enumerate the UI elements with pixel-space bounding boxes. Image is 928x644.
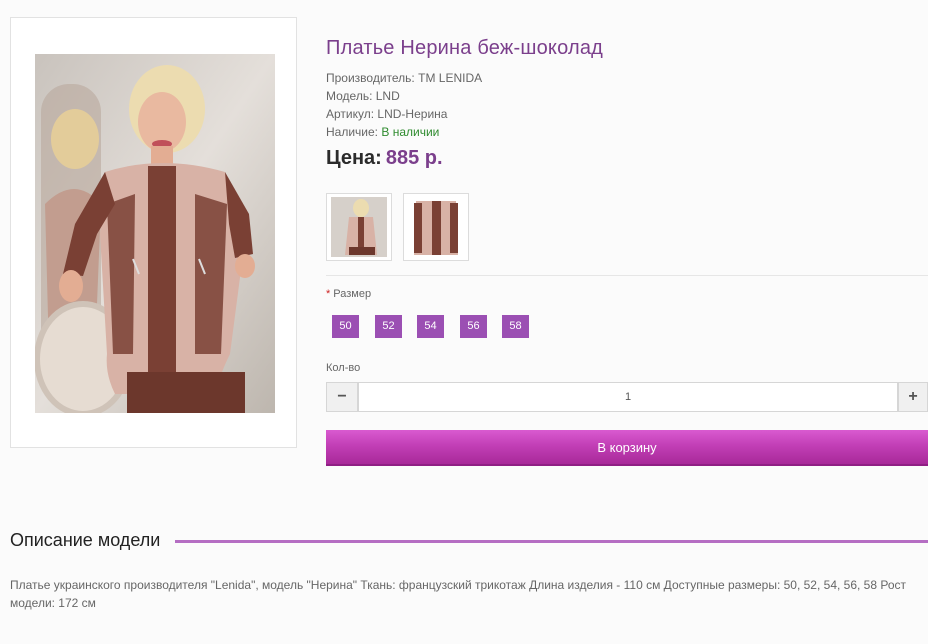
size-option-50[interactable]: 50 <box>332 315 359 338</box>
manufacturer-value: TM LENIDA <box>418 71 483 85</box>
description-heading-rule <box>175 540 928 543</box>
sku-value: LND-Нерина <box>377 107 448 121</box>
description-text: Платье украинского производителя "Lenida… <box>10 578 906 610</box>
qty-minus-button[interactable]: − <box>326 382 358 412</box>
model-row: Модель: LND <box>326 87 482 105</box>
thumbnail-1[interactable] <box>326 193 392 261</box>
availability-row: Наличие: В наличии <box>326 123 482 141</box>
price-label: Цена: <box>326 147 382 169</box>
size-label-text: Размер <box>333 288 372 300</box>
sku-label: Артикул: <box>326 107 375 121</box>
availability-label: Наличие: <box>326 125 379 139</box>
divider <box>326 275 928 276</box>
product-title: Платье Нерина беж-шоколад <box>326 37 604 59</box>
manufacturer-label: Производитель: <box>326 71 415 85</box>
qty-input[interactable] <box>358 382 898 412</box>
description-heading: Описание модели <box>10 530 161 550</box>
sku-row: Артикул: LND-Нерина <box>326 105 482 123</box>
thumbnail-2-image <box>408 197 464 257</box>
model-label: Модель: <box>326 89 373 103</box>
thumbnail-2[interactable] <box>403 193 469 261</box>
add-to-cart-button[interactable]: В корзину <box>326 430 928 466</box>
size-option-54[interactable]: 54 <box>417 315 444 338</box>
size-label: * Размер <box>326 288 371 300</box>
size-option-58[interactable]: 58 <box>502 315 529 338</box>
price: Цена: 885 р. <box>326 147 443 170</box>
required-mark: * <box>326 288 331 300</box>
product-info: Производитель: TM LENIDA Модель: LND Арт… <box>326 69 482 141</box>
product-main-photo[interactable] <box>35 54 275 413</box>
qty-label: Кол-во <box>326 362 361 374</box>
model-value: LND <box>375 89 400 103</box>
manufacturer-row: Производитель: TM LENIDA <box>326 69 482 87</box>
availability-value: В наличии <box>381 125 440 139</box>
size-option-56[interactable]: 56 <box>460 315 487 338</box>
quantity-stepper: − + <box>326 382 928 412</box>
size-option-52[interactable]: 52 <box>375 315 402 338</box>
qty-plus-button[interactable]: + <box>898 382 928 412</box>
product-image-frame <box>10 17 297 448</box>
thumbnail-1-image <box>331 197 387 257</box>
price-value: 885 р. <box>385 147 443 169</box>
